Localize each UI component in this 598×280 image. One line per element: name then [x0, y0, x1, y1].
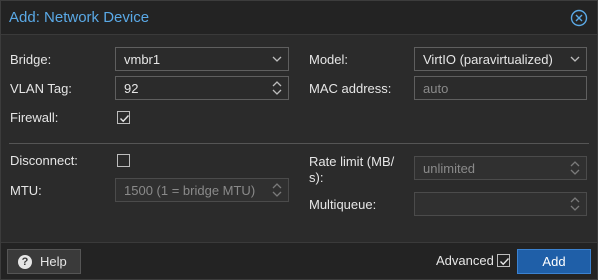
- up-down-spinner-icon: [564, 157, 586, 179]
- disconnect-checkbox[interactable]: [117, 154, 130, 167]
- question-circle-icon: ?: [18, 255, 32, 269]
- chevron-down-icon[interactable]: [564, 48, 586, 70]
- close-icon[interactable]: [570, 9, 588, 27]
- network-device-dialog: Add: Network Device Bridge: vmbr1 VLAN T…: [0, 0, 598, 280]
- add-button-label: Add: [542, 254, 566, 269]
- help-button-label: Help: [40, 254, 67, 269]
- chevron-down-icon[interactable]: [266, 48, 288, 70]
- up-down-spinner-icon: [266, 179, 288, 201]
- bridge-label: Bridge:: [10, 52, 52, 67]
- up-down-spinner-icon[interactable]: [266, 77, 288, 99]
- rate-limit-label-line2: s):: [309, 170, 324, 185]
- help-button[interactable]: ? Help: [7, 249, 81, 274]
- vlan-tag-spinner[interactable]: 92: [115, 76, 289, 100]
- advanced-label: Advanced: [436, 253, 494, 268]
- mac-address-label: MAC address:: [309, 81, 392, 96]
- model-value: VirtIO (paravirtualized): [423, 52, 553, 67]
- mtu-label: MTU:: [10, 183, 42, 198]
- add-button[interactable]: Add: [517, 249, 591, 274]
- disconnect-label: Disconnect:: [10, 153, 78, 168]
- dialog-titlebar: Add: Network Device: [1, 1, 597, 35]
- rate-limit-spinner: unlimited: [414, 156, 587, 180]
- multiqueue-spinner: [414, 192, 587, 216]
- firewall-label: Firewall:: [10, 110, 59, 125]
- rate-limit-label-line1: Rate limit (MB/: [309, 154, 395, 169]
- model-label: Model:: [309, 52, 349, 67]
- dialog-title: Add: Network Device: [9, 9, 150, 26]
- mac-address-input[interactable]: [415, 77, 586, 99]
- mtu-spinner: 1500 (1 = bridge MTU): [115, 178, 289, 202]
- vlan-tag-label: VLAN Tag:: [10, 81, 72, 96]
- up-down-spinner-icon: [564, 193, 586, 215]
- firewall-checkbox[interactable]: [117, 111, 130, 124]
- mtu-placeholder: 1500 (1 = bridge MTU): [124, 183, 256, 198]
- dialog-footer: ? Help Advanced Add: [1, 242, 597, 279]
- bridge-value: vmbr1: [124, 52, 161, 67]
- rate-limit-placeholder: unlimited: [423, 161, 476, 176]
- advanced-checkbox[interactable]: [497, 254, 510, 267]
- section-divider: [9, 143, 589, 144]
- multiqueue-label: Multiqueue:: [309, 197, 377, 212]
- bridge-select[interactable]: vmbr1: [115, 47, 289, 71]
- model-select[interactable]: VirtIO (paravirtualized): [414, 47, 587, 71]
- rate-limit-label: Rate limit (MB/ s):: [309, 154, 394, 186]
- mac-address-field[interactable]: [414, 76, 587, 100]
- vlan-tag-value: 92: [124, 81, 139, 96]
